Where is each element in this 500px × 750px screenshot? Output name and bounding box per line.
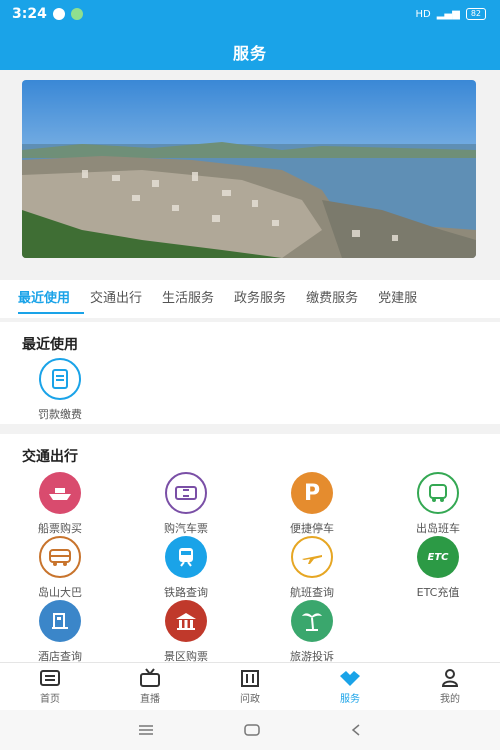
scenic-icon xyxy=(165,600,207,642)
tab-transport[interactable]: 交通出行 xyxy=(80,280,152,318)
shield-icon xyxy=(70,8,83,20)
bus-icon xyxy=(417,472,459,514)
service-icon xyxy=(300,668,400,688)
service-label: 出岛班车 xyxy=(416,522,460,535)
plane-icon xyxy=(291,536,333,578)
service-scenic-ticket[interactable]: 景区购票 xyxy=(136,600,236,664)
city-landscape-image xyxy=(22,80,476,258)
ticket-icon xyxy=(165,472,207,514)
nav-home[interactable]: 首页 xyxy=(0,663,100,711)
service-label: 铁路查询 xyxy=(164,586,208,599)
home-button-icon[interactable] xyxy=(244,721,260,740)
service-bus-ticket[interactable]: 购汽车票 xyxy=(136,472,236,536)
section-title: 最近使用 xyxy=(22,337,78,353)
service-label: 船票购买 xyxy=(38,522,82,535)
top-app-bar: 3:24 HD ▂▄▆ 82 服务 xyxy=(0,0,500,70)
service-travel-complaint[interactable]: 旅游投诉 xyxy=(262,600,362,664)
parking-icon: P xyxy=(291,472,333,514)
hotel-icon xyxy=(39,600,81,642)
tv-icon xyxy=(100,668,200,688)
tab-payment[interactable]: 缴费服务 xyxy=(296,280,368,318)
nav-profile[interactable]: 我的 xyxy=(400,663,500,711)
signal-icon: ▂▄▆ xyxy=(436,8,460,20)
service-label: 航班查询 xyxy=(290,586,334,599)
nav-service[interactable]: 服务 xyxy=(300,663,400,711)
service-label: 购汽车票 xyxy=(164,522,208,535)
transport-section: 交通出行 船票购买 购汽车票 P 便捷停车 出岛班车 岛山大巴 铁路查询 航班查… xyxy=(0,434,500,664)
service-etc-recharge[interactable]: ETC ETC充值 xyxy=(388,536,488,600)
service-fine-payment[interactable]: 罚款缴费 xyxy=(10,358,110,422)
nav-label: 问政 xyxy=(240,694,260,705)
page-title: 服务 xyxy=(232,44,267,63)
palm-icon xyxy=(291,600,333,642)
nav-label: 我的 xyxy=(440,694,460,705)
back-icon[interactable] xyxy=(350,721,362,740)
service-railway[interactable]: 铁路查询 xyxy=(136,536,236,600)
nav-label: 直播 xyxy=(140,694,160,705)
home-icon xyxy=(0,668,100,688)
bottom-navigation: 首页 直播 问政 服务 我的 xyxy=(0,662,500,711)
banner-image[interactable] xyxy=(22,80,476,258)
nav-label: 服务 xyxy=(340,694,360,705)
service-label: 便捷停车 xyxy=(290,522,334,535)
battery-icon: 82 xyxy=(465,8,486,20)
hd-icon: HD xyxy=(415,8,431,20)
service-island-coach[interactable]: 岛山大巴 xyxy=(10,536,110,600)
service-label: 罚款缴费 xyxy=(38,408,82,421)
tab-party[interactable]: 党建服 xyxy=(368,280,427,318)
nav-inquiry[interactable]: 问政 xyxy=(200,663,300,711)
menu-icon[interactable] xyxy=(138,721,154,740)
status-time: 3:24 xyxy=(12,6,47,22)
status-bar: 3:24 xyxy=(12,6,83,22)
status-right: HD ▂▄▆ 82 xyxy=(415,8,486,20)
service-hotel[interactable]: 酒店查询 xyxy=(10,600,110,664)
service-flight[interactable]: 航班查询 xyxy=(262,536,362,600)
ship-icon xyxy=(39,472,81,514)
user-icon xyxy=(400,668,500,688)
etc-icon: ETC xyxy=(417,536,459,578)
battery-level: 82 xyxy=(470,9,481,18)
section-title: 交通出行 xyxy=(22,449,78,465)
tab-life[interactable]: 生活服务 xyxy=(152,280,224,318)
service-label: ETC充值 xyxy=(416,586,460,599)
recent-section: 最近使用 罚款缴费 xyxy=(0,322,500,424)
train-icon xyxy=(165,536,207,578)
nav-label: 首页 xyxy=(40,694,60,705)
receipt-icon xyxy=(39,358,81,400)
active-tab-indicator xyxy=(18,312,84,314)
service-parking[interactable]: P 便捷停车 xyxy=(262,472,362,536)
nav-live[interactable]: 直播 xyxy=(100,663,200,711)
notification-icon xyxy=(52,8,65,20)
coach-icon xyxy=(39,536,81,578)
service-ship-ticket[interactable]: 船票购买 xyxy=(10,472,110,536)
system-navigation-bar xyxy=(0,710,500,750)
tab-government[interactable]: 政务服务 xyxy=(224,280,296,318)
service-label: 岛山大巴 xyxy=(38,586,82,599)
building-icon xyxy=(200,668,300,688)
service-island-bus[interactable]: 出岛班车 xyxy=(388,472,488,536)
